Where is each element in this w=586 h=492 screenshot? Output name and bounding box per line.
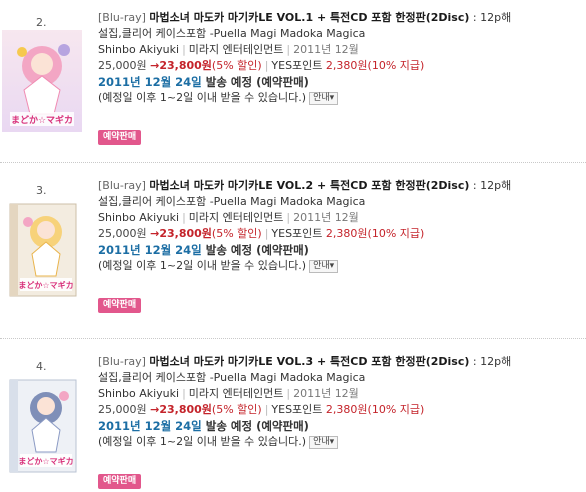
product-item: 2. まどか☆マギカ 예약판매 [Blu-ray] 마법소녀 마도카 마기카LE… <box>0 10 586 160</box>
divider-bar: | <box>182 43 186 56</box>
guide-dropdown-button[interactable]: 안내▾ <box>309 91 339 105</box>
product-title-link[interactable]: 마법소녀 마도카 마기카LE VOL.2 + 특전CD 포함 한정판(2Disc… <box>149 179 469 192</box>
points-value: 2,380원(10% 지급) <box>325 59 425 72</box>
meta-line: Shinbo Akiyuki | 미라지 엔터테인먼트 | 2011년 12월 <box>98 386 586 402</box>
original-price: 25,000원 <box>98 227 147 240</box>
divider-bar: | <box>182 211 186 224</box>
meta-line: Shinbo Akiyuki | 미라지 엔터테인먼트 | 2011년 12월 <box>98 210 586 226</box>
item-divider <box>0 338 586 339</box>
price-line: 25,000원 →23,800원(5% 할인) | YES포인트 2,380원(10… <box>98 402 586 418</box>
product-info: [Blu-ray] 마법소녀 마도카 마기카LE VOL.2 + 특전CD 포함… <box>98 178 586 274</box>
note-line: (예정일 이후 1~2일 이내 받을 수 있습니다.) 안내▾ <box>98 434 586 450</box>
note-line: (예정일 이후 1~2일 이내 받을 수 있습니다.) 안내▾ <box>98 90 586 106</box>
title-line: [Blu-ray] 마법소녀 마도카 마기카LE VOL.3 + 특전CD 포함… <box>98 354 586 370</box>
author-link[interactable]: Shinbo Akiyuki <box>98 43 179 56</box>
pub-date: 2011년 12월 <box>293 387 359 400</box>
price-line: 25,000원 →23,800원(5% 할인) | YES포인트 2,380원(10… <box>98 58 586 74</box>
delivery-note: (예정일 이후 1~2일 이내 받을 수 있습니다.) <box>98 91 307 104</box>
author-link[interactable]: Shinbo Akiyuki <box>98 211 179 224</box>
guide-dropdown-button[interactable]: 안내▾ <box>309 259 339 273</box>
title-suffix: : 12p해 <box>469 355 512 368</box>
cover-image[interactable]: まどか☆マギカ <box>2 30 82 132</box>
cover-logo-text: まどか☆マギカ <box>18 456 73 466</box>
category-label: [Blu-ray] <box>98 355 146 368</box>
item-number: 4. <box>36 360 47 373</box>
divider-bar: | <box>286 43 291 56</box>
meta-line: Shinbo Akiyuki | 미라지 엔터테인먼트 | 2011년 12월 <box>98 42 586 58</box>
points-label: YES포인트 <box>271 403 323 416</box>
discount-rate: (5% 할인) <box>211 403 262 416</box>
original-price: 25,000원 <box>98 403 147 416</box>
sale-price: 23,800원 <box>159 59 212 72</box>
arrow-icon: → <box>150 59 160 72</box>
item-divider <box>0 162 586 163</box>
ship-line: 2011년 12월 24일 발송 예정 (예약판매) <box>98 74 586 90</box>
original-price: 25,000원 <box>98 59 147 72</box>
divider-bar: | <box>264 227 269 240</box>
ship-line: 2011년 12월 24일 발송 예정 (예약판매) <box>98 242 586 258</box>
sale-price: 23,800원 <box>159 403 212 416</box>
ship-date: 2011년 12월 24일 <box>98 243 202 257</box>
cover-logo-text: まどか☆マギカ <box>18 280 73 290</box>
publisher-link[interactable]: 미라지 엔터테인먼트 <box>189 211 284 224</box>
title-line: [Blu-ray] 마법소녀 마도카 마기카LE VOL.1 + 특전CD 포함… <box>98 10 586 26</box>
ship-status: 발송 예정 (예약판매) <box>201 419 309 433</box>
cover-logo-text: まどか☆マギカ <box>11 114 73 126</box>
title-line-2: 설집,클리어 케이스포함 -Puella Magi Madoka Magica <box>98 371 366 384</box>
divider-bar: | <box>264 59 269 72</box>
divider-bar: | <box>286 387 291 400</box>
ship-date: 2011년 12월 24일 <box>98 75 202 89</box>
title-line-2: 설집,클리어 케이스포함 -Puella Magi Madoka Magica <box>98 27 366 40</box>
reservation-badge: 예약판매 <box>98 130 142 145</box>
divider-bar: | <box>286 211 291 224</box>
author-link[interactable]: Shinbo Akiyuki <box>98 387 179 400</box>
product-title-link[interactable]: 마법소녀 마도카 마기카LE VOL.1 + 특전CD 포함 한정판(2Disc… <box>149 11 469 24</box>
points-label: YES포인트 <box>271 59 323 72</box>
price-line: 25,000원 →23,800원(5% 할인) | YES포인트 2,380원(10… <box>98 226 586 242</box>
divider-bar: | <box>264 403 269 416</box>
reservation-badge: 예약판매 <box>98 474 142 489</box>
ship-status: 발송 예정 (예약판매) <box>201 243 309 257</box>
note-line: (예정일 이후 1~2일 이내 받을 수 있습니다.) 안내▾ <box>98 258 586 274</box>
publisher-link[interactable]: 미라지 엔터테인먼트 <box>189 43 284 56</box>
cover-image[interactable]: まどか☆マギカ <box>2 198 82 300</box>
divider-bar: | <box>182 387 186 400</box>
pub-date: 2011년 12월 <box>293 211 359 224</box>
pub-date: 2011년 12월 <box>293 43 359 56</box>
arrow-icon: → <box>150 403 160 416</box>
category-label: [Blu-ray] <box>98 179 146 192</box>
delivery-note: (예정일 이후 1~2일 이내 받을 수 있습니다.) <box>98 259 307 272</box>
sale-price: 23,800원 <box>159 227 212 240</box>
title-line: [Blu-ray] 마법소녀 마도카 마기카LE VOL.2 + 특전CD 포함… <box>98 178 586 194</box>
points-value: 2,380원(10% 지급) <box>325 227 425 240</box>
item-number: 3. <box>36 184 47 197</box>
item-number: 2. <box>36 16 47 29</box>
discount-rate: (5% 할인) <box>211 227 262 240</box>
title-suffix: : 12p해 <box>469 11 512 24</box>
ship-line: 2011년 12월 24일 발송 예정 (예약판매) <box>98 418 586 434</box>
publisher-link[interactable]: 미라지 엔터테인먼트 <box>189 387 284 400</box>
product-item: 3. まどか☆マギカ 예약판매 [Blu-ray] 마법소녀 마도카 마기카LE… <box>0 178 586 328</box>
product-info: [Blu-ray] 마법소녀 마도카 마기카LE VOL.1 + 특전CD 포함… <box>98 10 586 106</box>
category-label: [Blu-ray] <box>98 11 146 24</box>
delivery-note: (예정일 이후 1~2일 이내 받을 수 있습니다.) <box>98 435 307 448</box>
points-value: 2,380원(10% 지급) <box>325 403 425 416</box>
product-title-link[interactable]: 마법소녀 마도카 마기카LE VOL.3 + 특전CD 포함 한정판(2Disc… <box>149 355 469 368</box>
title-suffix: : 12p해 <box>469 179 512 192</box>
cover-image[interactable]: まどか☆マギカ <box>2 374 82 476</box>
points-label: YES포인트 <box>271 227 323 240</box>
ship-date: 2011년 12월 24일 <box>98 419 202 433</box>
reservation-badge: 예약판매 <box>98 298 142 313</box>
discount-rate: (5% 할인) <box>211 59 262 72</box>
guide-dropdown-button[interactable]: 안내▾ <box>309 435 339 449</box>
product-info: [Blu-ray] 마법소녀 마도카 마기카LE VOL.3 + 특전CD 포함… <box>98 354 586 450</box>
title-line-2: 설집,클리어 케이스포함 -Puella Magi Madoka Magica <box>98 195 366 208</box>
ship-status: 발송 예정 (예약판매) <box>201 75 309 89</box>
arrow-icon: → <box>150 227 160 240</box>
product-item: 4. まどか☆マギカ 예약판매 [Blu-ray] 마법소녀 마도카 마기카LE… <box>0 354 586 492</box>
